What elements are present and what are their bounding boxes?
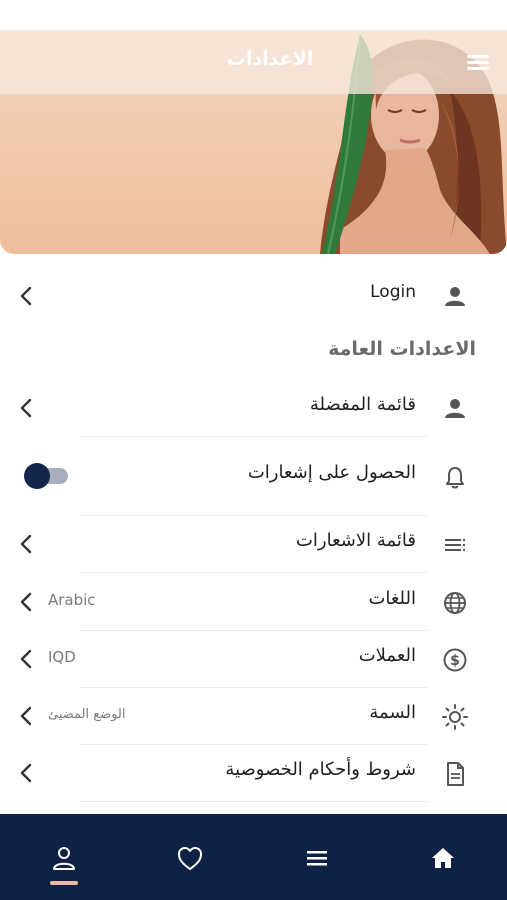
active-tab-indicator [50, 881, 78, 885]
notifications-toggle-label: الحصول على إشعارات [247, 462, 416, 483]
list-icon [445, 539, 465, 551]
menu-button[interactable] [462, 48, 494, 76]
bell-icon [446, 467, 464, 489]
notifications-toggle-row: الحصول على إشعارات [0, 448, 507, 504]
divider [80, 436, 428, 437]
globe-icon [444, 592, 466, 614]
notifications-list-row[interactable]: قائمة الاشعارات [0, 516, 507, 572]
person-icon [445, 287, 465, 306]
nav-favorites[interactable] [170, 842, 210, 878]
nav-profile[interactable] [44, 842, 84, 878]
chevron-left-icon [20, 286, 32, 306]
chevron-left-icon [20, 398, 32, 418]
hero-banner: الاعدادات [0, 30, 507, 254]
theme-label: السمة [369, 702, 416, 723]
favorites-list-row[interactable]: قائمة المفضلة [0, 380, 507, 436]
page-title: الاعدادات [226, 48, 314, 70]
sun-icon [442, 704, 468, 730]
person-icon [445, 399, 465, 418]
menu-icon [467, 55, 489, 70]
terms-label: شروط وأحكام الخصوصية [225, 759, 416, 780]
theme-row[interactable]: الوضع المضيئ السمة [0, 688, 507, 744]
login-label: Login [370, 282, 416, 302]
person-outline-icon [53, 847, 75, 870]
nav-menu[interactable] [297, 842, 337, 878]
menu-icon [307, 851, 327, 866]
currencies-label: العملات [358, 645, 416, 666]
status-bar-area [0, 0, 507, 30]
divider [80, 572, 428, 573]
section-title-general-settings: الاعدادات العامة [328, 338, 476, 360]
currencies-row[interactable]: IQD العملات $ [0, 631, 507, 687]
languages-label: اللغات [368, 588, 416, 609]
favorites-label: قائمة المفضلة [309, 394, 416, 415]
login-row[interactable]: Login [0, 268, 507, 324]
home-icon [432, 848, 454, 868]
language-value: Arabic [48, 591, 96, 609]
currency-value: IQD [48, 648, 76, 666]
terms-privacy-row[interactable]: شروط وأحكام الخصوصية [0, 745, 507, 801]
svg-text:$: $ [450, 653, 460, 669]
chevron-left-icon [20, 706, 32, 726]
chevron-left-icon [20, 763, 32, 783]
document-icon [447, 762, 464, 786]
divider [80, 801, 428, 802]
bottom-navigation [0, 814, 507, 900]
theme-value: الوضع المضيئ [48, 707, 126, 722]
chevron-left-icon [20, 534, 32, 554]
notifications-toggle[interactable] [24, 463, 70, 489]
chevron-left-icon [20, 592, 32, 612]
dollar-icon: $ [443, 648, 467, 672]
chevron-left-icon [20, 649, 32, 669]
notifications-list-label: قائمة الاشعارات [295, 530, 416, 551]
nav-home[interactable] [423, 842, 463, 878]
languages-row[interactable]: Arabic اللغات [0, 574, 507, 630]
heart-icon [178, 847, 202, 870]
toggle-knob [24, 463, 50, 489]
